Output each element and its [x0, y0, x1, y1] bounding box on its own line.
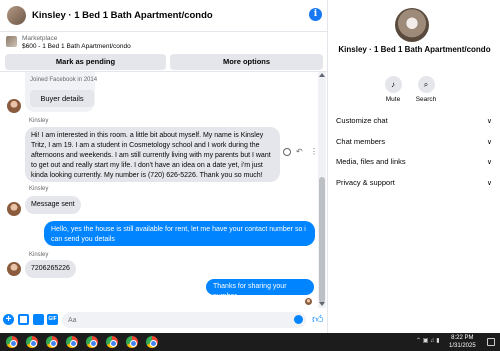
chevron-down-icon: ∨	[486, 180, 492, 187]
incoming-message[interactable]: Hi! I am interested in this room. a litt…	[25, 127, 280, 182]
conversation-info-panel: Kinsley · 1 Bed 1 Bath Apartment/condo ♪…	[329, 0, 500, 333]
sticker-icon[interactable]	[33, 314, 44, 325]
outgoing-message[interactable]: Thanks for sharing your number	[206, 279, 314, 300]
emoji-icon[interactable]	[294, 315, 303, 324]
more-vertical-icon[interactable]: ⋮	[310, 147, 318, 156]
chevron-down-icon: ∨	[486, 139, 492, 146]
chrome-icon[interactable]	[106, 336, 118, 348]
chrome-icon[interactable]	[126, 336, 138, 348]
buyer-details-button[interactable]: Buyer details	[30, 90, 94, 107]
avatar[interactable]	[7, 262, 21, 276]
message-scrollbar[interactable]	[318, 72, 326, 308]
reply-icon[interactable]: ↶	[296, 147, 303, 156]
message-list[interactable]: Joined Facebook in 2014 Buyer details Ki…	[0, 72, 320, 308]
chrome-icon[interactable]	[86, 336, 98, 348]
section-label: Privacy & support	[336, 178, 395, 187]
read-receipt-avatar	[305, 298, 312, 305]
search-label: Search	[415, 96, 437, 103]
joined-facebook-text: Joined Facebook in 2014	[30, 77, 98, 83]
clock-time: 8:22 PM	[451, 335, 474, 341]
mute-button[interactable]: ♪ Mute	[377, 76, 409, 103]
scroll-down-icon[interactable]	[319, 302, 325, 306]
chevron-down-icon: ∨	[486, 118, 492, 125]
messenger-window: Kinsley · 1 Bed 1 Bath Apartment/condo i…	[0, 0, 500, 351]
panel-title: Kinsley · 1 Bed 1 Bath Apartment/condo	[338, 45, 491, 54]
chat-column: Kinsley · 1 Bed 1 Bath Apartment/condo i…	[0, 0, 328, 333]
sender-name: Kinsley	[29, 186, 49, 192]
chat-members-row[interactable]: Chat members ∨	[336, 137, 492, 151]
camera-icon[interactable]	[18, 314, 29, 325]
section-label: Media, files and links	[336, 157, 406, 166]
listing-title[interactable]: $600 - 1 Bed 1 Bath Apartment/condo	[22, 43, 131, 50]
scroll-up-icon[interactable]	[319, 73, 325, 77]
marketplace-bar: Marketplace $600 - 1 Bed 1 Bath Apartmen…	[0, 32, 328, 72]
react-emoji-icon[interactable]	[283, 148, 291, 156]
mark-as-pending-button[interactable]: Mark as pending	[5, 54, 166, 70]
conversation-title[interactable]: Kinsley · 1 Bed 1 Bath Apartment/condo	[32, 10, 213, 21]
bell-icon: ♪	[384, 76, 402, 93]
sender-name: Kinsley	[29, 118, 49, 124]
conversation-avatar[interactable]	[7, 6, 26, 25]
chrome-icon[interactable]	[46, 336, 58, 348]
chrome-icon[interactable]	[146, 336, 158, 348]
chrome-icon[interactable]	[6, 336, 18, 348]
avatar[interactable]	[7, 202, 21, 216]
taskbar-clock[interactable]: 8:22 PM 1/31/2025	[449, 334, 476, 350]
chevron-down-icon: ∨	[486, 159, 492, 166]
composer-bar: + GIF 👍︎	[0, 308, 328, 332]
message-input[interactable]	[62, 312, 306, 328]
incoming-message[interactable]: 7206265226	[25, 260, 76, 278]
chrome-icon[interactable]	[26, 336, 38, 348]
marketplace-label: Marketplace	[22, 35, 58, 42]
chat-header: Kinsley · 1 Bed 1 Bath Apartment/condo i	[0, 0, 328, 32]
taskbar: ⌃ ▣ ♫ ▮ 8:22 PM 1/31/2025	[0, 333, 500, 351]
listing-thumbnail[interactable]	[6, 36, 17, 47]
panel-avatar[interactable]	[395, 8, 429, 42]
gif-icon[interactable]: GIF	[47, 314, 58, 325]
info-icon[interactable]: i	[309, 8, 322, 21]
scrollbar-thumb[interactable]	[319, 177, 325, 303]
sender-name: Kinsley	[29, 252, 49, 258]
avatar[interactable]	[7, 99, 21, 113]
mute-label: Mute	[385, 96, 401, 103]
privacy-support-row[interactable]: Privacy & support ∨	[336, 178, 492, 192]
clock-date: 1/31/2025	[449, 343, 476, 349]
section-label: Customize chat	[336, 116, 388, 125]
search-button[interactable]: ⌕ Search	[410, 76, 442, 103]
outgoing-message[interactable]: Hello, yes the house is still available …	[44, 221, 315, 246]
incoming-message[interactable]: Message sent	[25, 196, 81, 214]
plus-icon[interactable]: +	[3, 314, 14, 325]
system-tray-icons[interactable]: ⌃ ▣ ♫ ▮	[416, 337, 440, 344]
media-files-links-row[interactable]: Media, files and links ∨	[336, 157, 492, 171]
section-label: Chat members	[336, 137, 386, 146]
search-icon: ⌕	[417, 76, 435, 93]
customize-chat-row[interactable]: Customize chat ∨	[336, 116, 492, 130]
thumbs-up-icon[interactable]: 👍︎	[312, 313, 324, 326]
chrome-icon[interactable]	[66, 336, 78, 348]
notification-icon[interactable]	[487, 338, 495, 346]
more-options-button[interactable]: More options	[170, 54, 323, 70]
